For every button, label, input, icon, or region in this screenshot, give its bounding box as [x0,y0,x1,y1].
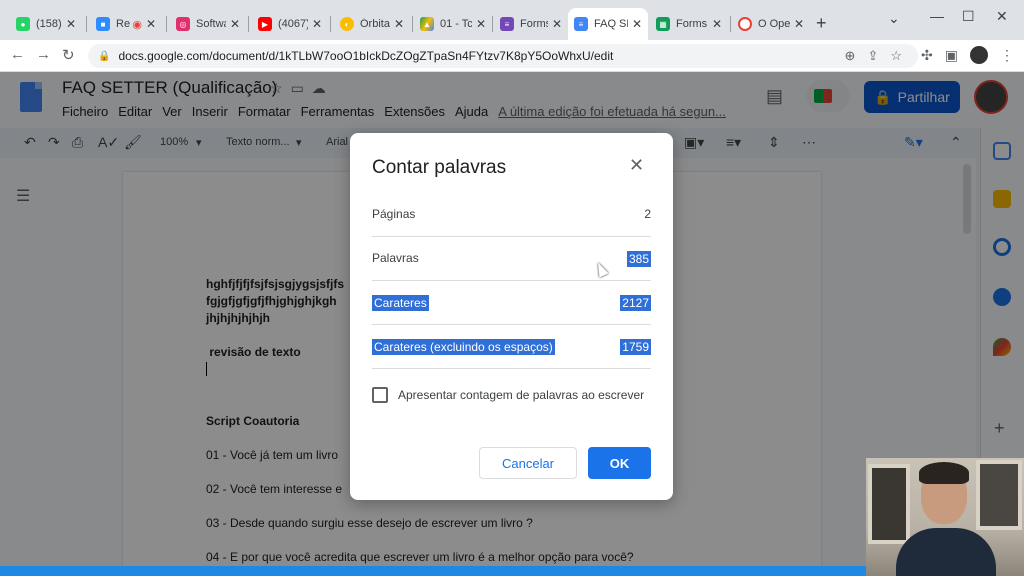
browser-tab[interactable]: ▦ Forms ✕ [650,8,728,40]
wall-picture [868,464,910,544]
stat-label: Palavras [372,251,419,265]
docs-icon: ≡ [574,17,588,31]
stat-row-characters-no-spaces: Carateres (excluindo os espaços) 1759 [372,325,651,369]
close-tab-icon[interactable]: ✕ [476,17,486,31]
minimize-button[interactable]: — [930,8,944,24]
close-tab-icon[interactable]: ✕ [632,17,642,31]
forms-icon: ≡ [500,17,514,31]
maximize-button[interactable]: ☐ [962,8,975,25]
forward-icon[interactable]: → [36,46,51,63]
stat-value: 385 [626,251,651,267]
close-tab-icon[interactable]: ✕ [552,17,562,31]
cancel-button[interactable]: Cancelar [479,447,577,479]
close-tab-icon[interactable]: ✕ [394,17,404,31]
stat-row-pages: Páginas 2 [372,193,651,237]
stat-value: 2127 [620,295,651,311]
lock-icon: 🔒 [98,50,111,62]
close-window-button[interactable]: ✕ [996,8,1008,25]
menu-kebab-icon[interactable]: ⋮ [1000,47,1014,64]
close-icon[interactable]: ✕ [629,155,644,176]
stat-label: Carateres (excluindo os espaços) [372,339,555,355]
browser-tab[interactable]: O Ope ✕ [732,8,810,40]
stat-value: 1759 [620,339,651,355]
stat-label: Carateres [372,295,429,311]
dialog-title: Contar palavras [372,157,507,178]
stat-label: Páginas [372,207,416,221]
browser-tab-active[interactable]: ≡ FAQ SE ✕ [568,8,648,40]
stat-value: 2 [644,207,651,221]
zoom-icon: ■ [96,17,110,31]
taskbar-strip [0,566,866,576]
extensions-area: ✣ ▣ ⋮ [921,46,1014,64]
show-word-count-checkbox[interactable] [372,387,388,403]
close-tab-icon[interactable]: ✕ [230,17,240,31]
tab-search-icon[interactable]: ⌄ [888,10,900,27]
zoom-icon[interactable]: ⊕ [845,48,868,63]
browser-tab[interactable]: ◎ Softwa ✕ [170,8,246,40]
side-panel-icon[interactable]: ▣ [945,47,958,64]
presenter-hair [919,462,969,484]
presenter-body [896,528,996,576]
whatsapp-icon: ● [16,17,30,31]
back-icon[interactable]: ← [10,46,25,63]
close-tab-icon[interactable]: ✕ [794,17,804,31]
profile-avatar-icon[interactable] [970,46,988,64]
browser-tab[interactable]: ● (158) W ✕ [10,8,82,40]
recording-icon: ◉ [132,18,142,31]
browser-tab-strip: ● (158) W ✕ ■ Re ◉ ✕ ◎ Softwa ✕ ▶ (4067)… [0,0,1024,40]
browser-tab[interactable]: ▲ 01 - Tc ✕ [414,8,492,40]
close-tab-icon[interactable]: ✕ [312,17,322,31]
wall-picture [976,460,1022,530]
browser-tab[interactable]: ◐ Órbita ✕ [334,8,410,40]
opera-icon [738,17,752,31]
sheets-icon: ▦ [656,17,670,31]
browser-tab[interactable]: ▶ (4067) ✕ [252,8,328,40]
address-bar: ← → ↻ 🔒 docs.google.com/document/d/1kTLb… [0,40,1024,72]
new-tab-button[interactable]: + [816,13,827,34]
reload-icon[interactable]: ↻ [62,46,75,64]
ok-button[interactable]: OK [588,447,651,479]
checkbox-label[interactable]: Apresentar contagem de palavras ao escre… [398,388,644,402]
stat-row-words: Palavras 385 [372,237,651,281]
extensions-puzzle-icon[interactable]: ✣ [921,47,933,64]
bookmark-star-icon[interactable]: ☆ [890,48,914,63]
url-text: docs.google.com/document/d/1kTLbW7ooO1bI… [118,49,614,63]
close-tab-icon[interactable]: ✕ [712,17,722,31]
youtube-icon: ▶ [258,17,272,31]
share-icon[interactable]: ⇪ [867,48,890,63]
word-count-dialog: Contar palavras ✕ Páginas 2 Palavras 385… [350,133,673,500]
browser-tab[interactable]: ≡ Forms ✕ [494,8,568,40]
close-tab-icon[interactable]: ✕ [66,17,76,31]
webcam-overlay [866,458,1024,576]
stat-row-characters: Carateres 2127 [372,281,651,325]
show-word-count-option: Apresentar contagem de palavras ao escre… [372,387,644,403]
omnibox-actions: ⊕⇪☆ [845,48,914,64]
browser-tab[interactable]: ■ Re ◉ ✕ [90,8,162,40]
drive-icon: ▲ [420,17,434,31]
url-input[interactable]: 🔒 docs.google.com/document/d/1kTLbW7ooO1… [88,44,918,68]
orbita-icon: ◐ [340,17,354,31]
instagram-icon: ◎ [176,17,190,31]
close-tab-icon[interactable]: ✕ [146,17,156,31]
